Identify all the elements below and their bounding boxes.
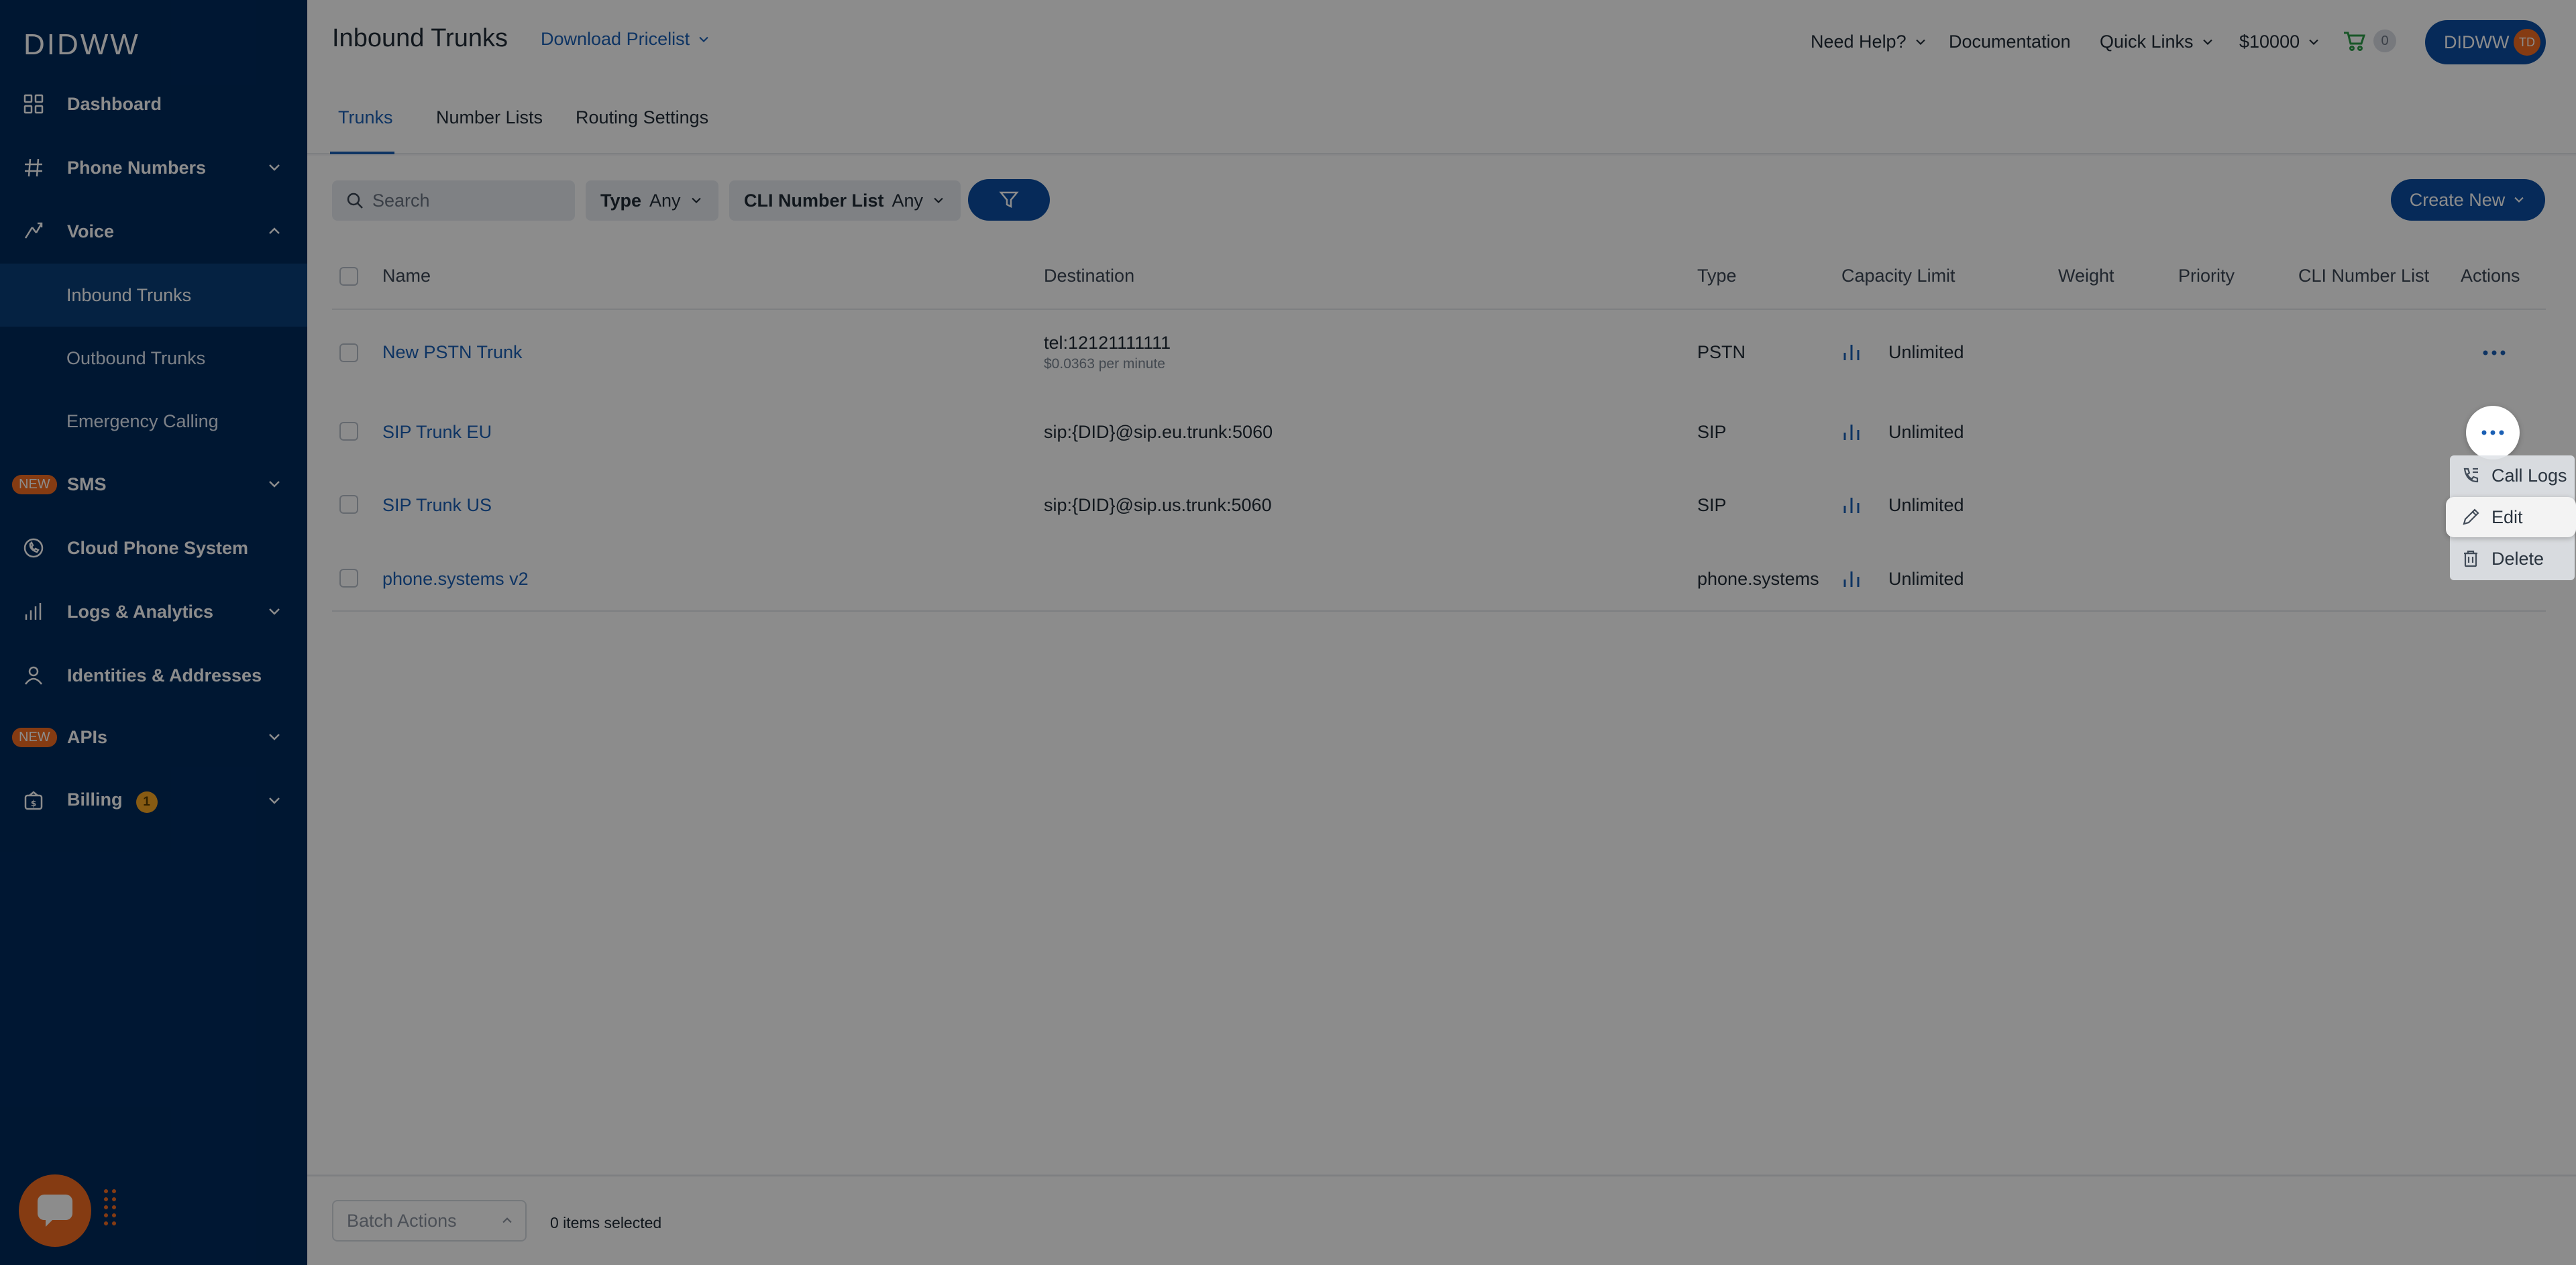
menu-item-call-logs[interactable]: Call Logs (2450, 455, 2575, 496)
trash-icon (2464, 550, 2477, 567)
row-actions-menu: Call Logs Edit Delete (2446, 455, 2576, 580)
menu-item-delete[interactable]: Delete (2450, 539, 2575, 579)
more-dots-icon (2481, 430, 2504, 435)
modal-overlay[interactable] (0, 0, 2576, 1265)
menu-item-edit[interactable]: Edit (2446, 497, 2576, 537)
menu-item-label: Edit (2491, 506, 2523, 527)
pencil-icon (2463, 508, 2479, 525)
menu-item-label: Delete (2491, 548, 2544, 569)
menu-item-label: Call Logs (2491, 465, 2567, 486)
phone-log-icon (2463, 468, 2479, 483)
row-actions-button-active[interactable] (2466, 406, 2520, 459)
